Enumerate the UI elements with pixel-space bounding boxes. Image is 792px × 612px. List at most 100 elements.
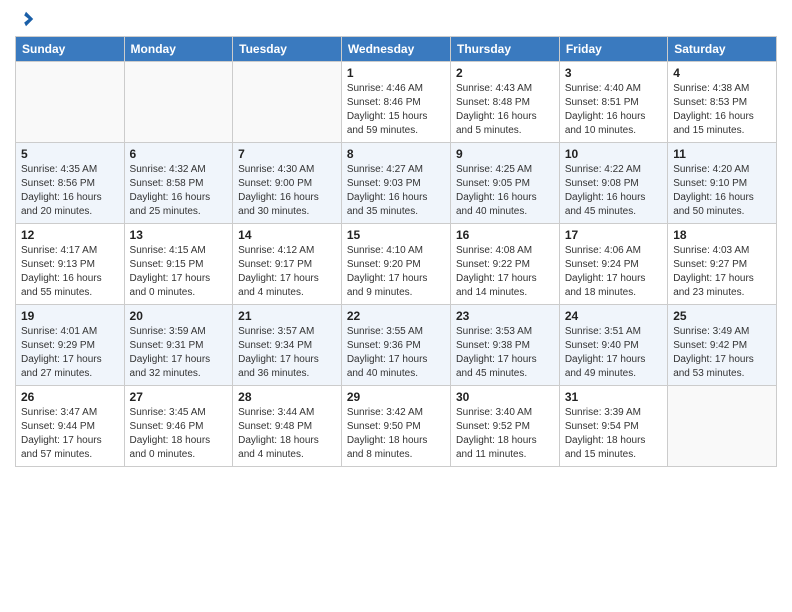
day-info: Sunrise: 4:46 AM Sunset: 8:46 PM Dayligh… xyxy=(347,82,445,138)
day-number: 4 xyxy=(673,66,771,80)
day-number: 29 xyxy=(347,390,445,404)
day-info: Sunrise: 3:45 AM Sunset: 9:46 PM Dayligh… xyxy=(130,406,228,462)
day-number: 24 xyxy=(565,309,662,323)
day-number: 17 xyxy=(565,228,662,242)
day-number: 3 xyxy=(565,66,662,80)
day-number: 22 xyxy=(347,309,445,323)
day-info: Sunrise: 4:38 AM Sunset: 8:53 PM Dayligh… xyxy=(673,82,771,138)
day-info: Sunrise: 3:53 AM Sunset: 9:38 PM Dayligh… xyxy=(456,325,554,381)
day-info: Sunrise: 3:49 AM Sunset: 9:42 PM Dayligh… xyxy=(673,325,771,381)
day-info: Sunrise: 4:27 AM Sunset: 9:03 PM Dayligh… xyxy=(347,163,445,219)
day-number: 1 xyxy=(347,66,445,80)
day-number: 10 xyxy=(565,147,662,161)
calendar-cell xyxy=(16,62,125,143)
calendar-cell: 31Sunrise: 3:39 AM Sunset: 9:54 PM Dayli… xyxy=(559,386,667,467)
calendar-cell: 1 Sunrise: 4:46 AM Sunset: 8:46 PM Daylig… xyxy=(341,62,450,143)
calendar-cell: 23 Sunrise: 3:53 AM Sunset: 9:38 PM Dayli… xyxy=(450,305,559,386)
day-number: 30 xyxy=(456,390,554,404)
day-info: Sunrise: 4:22 AM Sunset: 9:08 PM Dayligh… xyxy=(565,163,662,219)
header-friday: Friday xyxy=(559,37,667,62)
day-number: 12 xyxy=(21,228,119,242)
calendar-week-row: 12 Sunrise: 4:17 AM Sunset: 9:13 PM Dayli… xyxy=(16,224,777,305)
calendar-cell: 18 Sunrise: 4:03 AM Sunset: 9:27 PM Dayli… xyxy=(668,224,777,305)
calendar-cell: 28Sunrise: 3:44 AM Sunset: 9:48 PM Dayli… xyxy=(233,386,342,467)
day-number: 16 xyxy=(456,228,554,242)
day-number: 13 xyxy=(130,228,228,242)
day-info: Sunrise: 3:59 AM Sunset: 9:31 PM Dayligh… xyxy=(130,325,228,381)
day-number: 2 xyxy=(456,66,554,80)
day-number: 20 xyxy=(130,309,228,323)
day-info: Sunrise: 4:12 AM Sunset: 9:17 PM Dayligh… xyxy=(238,244,336,300)
calendar-cell xyxy=(668,386,777,467)
day-info: Sunrise: 3:39 AM Sunset: 9:54 PM Dayligh… xyxy=(565,406,662,462)
calendar-cell: 26 Sunrise: 3:47 AM Sunset: 9:44 PM Dayli… xyxy=(16,386,125,467)
calendar-week-row: 26 Sunrise: 3:47 AM Sunset: 9:44 PM Dayli… xyxy=(16,386,777,467)
calendar-cell: 8 Sunrise: 4:27 AM Sunset: 9:03 PM Daylig… xyxy=(341,143,450,224)
day-number: 21 xyxy=(238,309,336,323)
day-info: Sunrise: 4:03 AM Sunset: 9:27 PM Dayligh… xyxy=(673,244,771,300)
day-number: 9 xyxy=(456,147,554,161)
header-wednesday: Wednesday xyxy=(341,37,450,62)
calendar-cell: 20 Sunrise: 3:59 AM Sunset: 9:31 PM Dayli… xyxy=(124,305,233,386)
calendar-cell: 10 Sunrise: 4:22 AM Sunset: 9:08 PM Dayli… xyxy=(559,143,667,224)
calendar-header-row: SundayMondayTuesdayWednesdayThursdayFrid… xyxy=(16,37,777,62)
day-info: Sunrise: 3:40 AM Sunset: 9:52 PM Dayligh… xyxy=(456,406,554,462)
day-number: 26 xyxy=(21,390,119,404)
calendar-cell: 13 Sunrise: 4:15 AM Sunset: 9:15 PM Dayli… xyxy=(124,224,233,305)
day-number: 5 xyxy=(21,147,119,161)
day-number: 27 xyxy=(130,390,228,404)
day-number: 11 xyxy=(673,147,771,161)
calendar-cell: 24 Sunrise: 3:51 AM Sunset: 9:40 PM Dayli… xyxy=(559,305,667,386)
calendar-cell: 6 Sunrise: 4:32 AM Sunset: 8:58 PM Daylig… xyxy=(124,143,233,224)
day-info: Sunrise: 4:35 AM Sunset: 8:56 PM Dayligh… xyxy=(21,163,119,219)
calendar-week-row: 1 Sunrise: 4:46 AM Sunset: 8:46 PM Daylig… xyxy=(16,62,777,143)
day-number: 8 xyxy=(347,147,445,161)
calendar-cell xyxy=(124,62,233,143)
header-sunday: Sunday xyxy=(16,37,125,62)
day-number: 6 xyxy=(130,147,228,161)
calendar-cell: 7Sunrise: 4:30 AM Sunset: 9:00 PM Daylig… xyxy=(233,143,342,224)
calendar-week-row: 19Sunrise: 4:01 AM Sunset: 9:29 PM Dayli… xyxy=(16,305,777,386)
calendar-cell: 4 Sunrise: 4:38 AM Sunset: 8:53 PM Daylig… xyxy=(668,62,777,143)
header-thursday: Thursday xyxy=(450,37,559,62)
day-info: Sunrise: 3:57 AM Sunset: 9:34 PM Dayligh… xyxy=(238,325,336,381)
calendar-cell: 27 Sunrise: 3:45 AM Sunset: 9:46 PM Dayli… xyxy=(124,386,233,467)
calendar-cell: 17Sunrise: 4:06 AM Sunset: 9:24 PM Dayli… xyxy=(559,224,667,305)
page-header xyxy=(15,10,777,28)
calendar-week-row: 5 Sunrise: 4:35 AM Sunset: 8:56 PM Daylig… xyxy=(16,143,777,224)
calendar-table: SundayMondayTuesdayWednesdayThursdayFrid… xyxy=(15,36,777,467)
calendar-cell: 12 Sunrise: 4:17 AM Sunset: 9:13 PM Dayli… xyxy=(16,224,125,305)
day-info: Sunrise: 4:15 AM Sunset: 9:15 PM Dayligh… xyxy=(130,244,228,300)
day-info: Sunrise: 4:08 AM Sunset: 9:22 PM Dayligh… xyxy=(456,244,554,300)
calendar-cell: 2Sunrise: 4:43 AM Sunset: 8:48 PM Daylig… xyxy=(450,62,559,143)
day-info: Sunrise: 3:47 AM Sunset: 9:44 PM Dayligh… xyxy=(21,406,119,462)
calendar-cell: 5 Sunrise: 4:35 AM Sunset: 8:56 PM Daylig… xyxy=(16,143,125,224)
calendar-cell: 14Sunrise: 4:12 AM Sunset: 9:17 PM Dayli… xyxy=(233,224,342,305)
day-info: Sunrise: 3:51 AM Sunset: 9:40 PM Dayligh… xyxy=(565,325,662,381)
header-tuesday: Tuesday xyxy=(233,37,342,62)
calendar-cell: 9 Sunrise: 4:25 AM Sunset: 9:05 PM Daylig… xyxy=(450,143,559,224)
logo-icon xyxy=(17,10,35,28)
logo xyxy=(15,10,35,28)
day-info: Sunrise: 3:55 AM Sunset: 9:36 PM Dayligh… xyxy=(347,325,445,381)
calendar-cell: 16 Sunrise: 4:08 AM Sunset: 9:22 PM Dayli… xyxy=(450,224,559,305)
day-info: Sunrise: 4:20 AM Sunset: 9:10 PM Dayligh… xyxy=(673,163,771,219)
day-number: 7 xyxy=(238,147,336,161)
calendar-cell: 29Sunrise: 3:42 AM Sunset: 9:50 PM Dayli… xyxy=(341,386,450,467)
day-number: 18 xyxy=(673,228,771,242)
day-number: 15 xyxy=(347,228,445,242)
day-info: Sunrise: 4:17 AM Sunset: 9:13 PM Dayligh… xyxy=(21,244,119,300)
header-monday: Monday xyxy=(124,37,233,62)
day-number: 19 xyxy=(21,309,119,323)
day-info: Sunrise: 4:32 AM Sunset: 8:58 PM Dayligh… xyxy=(130,163,228,219)
calendar-cell: 11 Sunrise: 4:20 AM Sunset: 9:10 PM Dayli… xyxy=(668,143,777,224)
header-saturday: Saturday xyxy=(668,37,777,62)
day-info: Sunrise: 4:25 AM Sunset: 9:05 PM Dayligh… xyxy=(456,163,554,219)
day-number: 23 xyxy=(456,309,554,323)
calendar-cell xyxy=(233,62,342,143)
calendar-cell: 25 Sunrise: 3:49 AM Sunset: 9:42 PM Dayli… xyxy=(668,305,777,386)
calendar-cell: 22 Sunrise: 3:55 AM Sunset: 9:36 PM Dayli… xyxy=(341,305,450,386)
calendar-cell: 21 Sunrise: 3:57 AM Sunset: 9:34 PM Dayli… xyxy=(233,305,342,386)
day-number: 25 xyxy=(673,309,771,323)
calendar-cell: 19Sunrise: 4:01 AM Sunset: 9:29 PM Dayli… xyxy=(16,305,125,386)
